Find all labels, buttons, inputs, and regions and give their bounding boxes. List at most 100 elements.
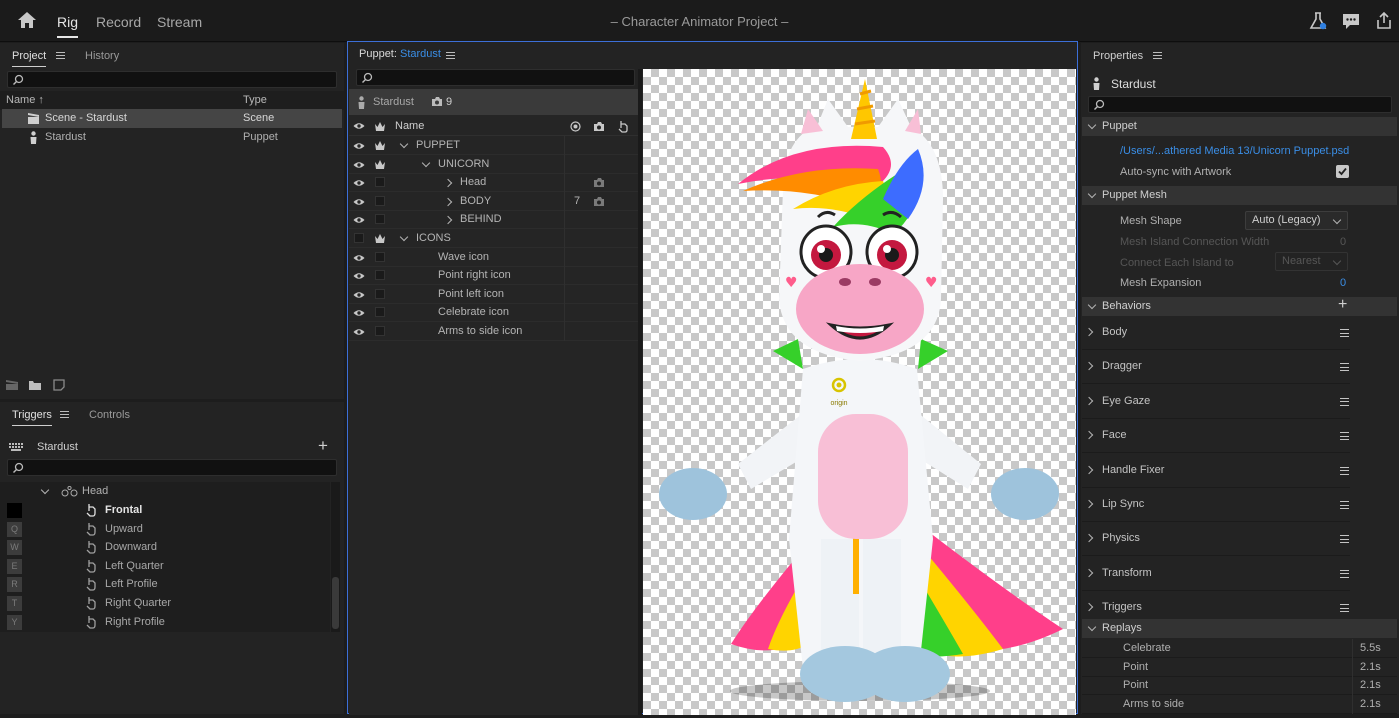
eye-icon[interactable] [353, 291, 365, 299]
expand-chevron-icon[interactable] [443, 197, 453, 207]
layer-row[interactable]: Head [349, 173, 639, 193]
add-trigger-button[interactable]: + [318, 436, 328, 456]
independent-toggle[interactable] [375, 326, 385, 336]
eye-icon[interactable] [353, 272, 365, 280]
expand-chevron-icon[interactable] [399, 232, 409, 242]
puppet-canvas[interactable]: origin ♥ ♥ [643, 69, 1076, 715]
independent-toggle[interactable] [375, 195, 385, 206]
eye-icon[interactable] [353, 198, 365, 206]
flask-icon[interactable] [1308, 11, 1328, 31]
behavior-menu-icon[interactable] [1340, 432, 1349, 441]
trigger-key[interactable]: W [7, 540, 22, 556]
trigger-item[interactable]: Left Quarter [24, 557, 330, 576]
trigger-key[interactable]: Y [7, 614, 22, 630]
behavior-menu-icon[interactable] [1340, 466, 1349, 475]
unicorn-puppet-artwork[interactable]: origin ♥ ♥ [643, 69, 1076, 715]
trigger-item[interactable]: Left Profile [24, 575, 330, 594]
behavior-menu-icon[interactable] [1340, 397, 1349, 406]
eye-icon[interactable] [353, 142, 365, 150]
tab-history[interactable]: History [85, 50, 119, 62]
share-icon[interactable] [1374, 11, 1394, 31]
puppet-search-input[interactable] [356, 69, 635, 86]
project-item-puppet[interactable]: Stardust Puppet [2, 128, 342, 147]
tab-controls[interactable]: Controls [89, 409, 130, 421]
independent-toggle[interactable] [375, 270, 385, 281]
section-puppet-mesh[interactable]: Puppet Mesh [1082, 186, 1397, 205]
project-search-input[interactable] [7, 71, 337, 88]
trigger-key[interactable] [7, 503, 22, 518]
properties-menu-icon[interactable] [1153, 52, 1162, 59]
trigger-key[interactable]: R [7, 577, 22, 593]
independent-toggle[interactable] [375, 251, 385, 262]
folder-icon[interactable] [28, 379, 42, 391]
tab-triggers[interactable]: Triggers [12, 409, 52, 426]
behavior-body[interactable]: Body [1082, 316, 1350, 350]
trigger-item[interactable]: Upward [24, 520, 330, 539]
eye-icon[interactable] [353, 179, 365, 187]
column-name[interactable]: Name ↑ [6, 91, 44, 110]
expand-chevron-icon[interactable] [399, 139, 409, 149]
independent-toggle[interactable] [375, 288, 385, 299]
trigger-key[interactable]: T [7, 596, 22, 611]
behavior-menu-icon[interactable] [1340, 363, 1349, 372]
layer-row[interactable]: BODY 7 [349, 191, 639, 211]
expand-chevron-icon[interactable] [443, 178, 453, 188]
trigger-item[interactable]: Right Quarter [24, 594, 330, 613]
crown-icon[interactable] [374, 140, 386, 151]
behavior-menu-icon[interactable] [1340, 329, 1349, 337]
behavior-dragger[interactable]: Dragger [1082, 350, 1350, 385]
tab-project[interactable]: Project [12, 50, 47, 67]
eye-icon[interactable] [353, 161, 365, 169]
puppet-menu-icon[interactable] [446, 52, 455, 59]
auto-sync-checkbox[interactable] [1336, 165, 1349, 178]
layer-row[interactable]: Point right icon [349, 266, 639, 286]
section-behaviors[interactable]: Behaviors + [1082, 296, 1397, 316]
replay-item[interactable]: Point 2.1s [1082, 657, 1397, 677]
trigger-item[interactable]: Frontal [24, 501, 330, 520]
section-puppet[interactable]: Puppet [1082, 117, 1397, 136]
crown-icon[interactable] [374, 159, 386, 170]
layer-row[interactable]: UNICORN [349, 154, 639, 174]
behavior-lip-sync[interactable]: Lip Sync [1082, 488, 1350, 522]
behavior-physics[interactable]: Physics [1082, 522, 1350, 557]
eye-icon[interactable] [353, 309, 365, 317]
section-replays[interactable]: Replays [1082, 619, 1397, 638]
properties-search-input[interactable] [1088, 96, 1392, 113]
layer-row[interactable]: Arms to side icon [349, 322, 639, 341]
project-item-scene[interactable]: Scene - Stardust Scene [2, 109, 342, 128]
trigger-key[interactable]: E [7, 558, 22, 574]
mesh-shape-dropdown[interactable]: Auto (Legacy) [1245, 211, 1348, 230]
independent-toggle[interactable] [375, 177, 385, 188]
behavior-menu-icon[interactable] [1340, 501, 1349, 509]
behavior-menu-icon[interactable] [1340, 569, 1349, 578]
behavior-face[interactable]: Face [1082, 419, 1350, 454]
connect-island-dropdown[interactable]: Nearest [1275, 252, 1348, 271]
replay-item[interactable]: Point 2.1s [1082, 676, 1397, 696]
expand-chevron-icon[interactable] [421, 158, 431, 167]
eye-icon[interactable] [353, 254, 365, 262]
chat-icon[interactable] [1341, 11, 1361, 31]
layer-row[interactable]: Celebrate icon [349, 303, 639, 323]
column-type[interactable]: Type [243, 91, 267, 110]
layer-row[interactable]: Point left icon [349, 284, 639, 304]
trigger-group-head[interactable]: Head [0, 482, 330, 501]
expand-chevron-icon[interactable] [443, 216, 453, 225]
triggers-scrollbar[interactable] [331, 482, 340, 632]
eye-icon[interactable] [353, 216, 365, 224]
psd-path-link[interactable]: /Users/...athered Media 13/Unicorn Puppe… [1120, 145, 1349, 157]
new-scene-icon[interactable] [5, 379, 19, 391]
behavior-menu-icon[interactable] [1340, 535, 1349, 544]
triggers-menu-icon[interactable] [60, 411, 69, 418]
layer-row[interactable]: Wave icon [349, 247, 639, 267]
layer-row[interactable]: ICONS [349, 229, 639, 248]
mesh-expansion-value[interactable]: 0 [1340, 277, 1346, 289]
project-menu-icon[interactable] [56, 52, 65, 59]
new-item-icon[interactable] [53, 379, 65, 391]
replay-item[interactable]: Arms to side 2.1s [1082, 694, 1397, 714]
layer-row[interactable]: BEHIND [349, 210, 639, 230]
trigger-key[interactable]: Q [7, 521, 22, 537]
trigger-item[interactable]: Downward [24, 538, 330, 557]
independent-toggle[interactable] [375, 307, 385, 318]
behavior-transform[interactable]: Transform [1082, 557, 1350, 591]
independent-toggle[interactable] [375, 214, 385, 225]
